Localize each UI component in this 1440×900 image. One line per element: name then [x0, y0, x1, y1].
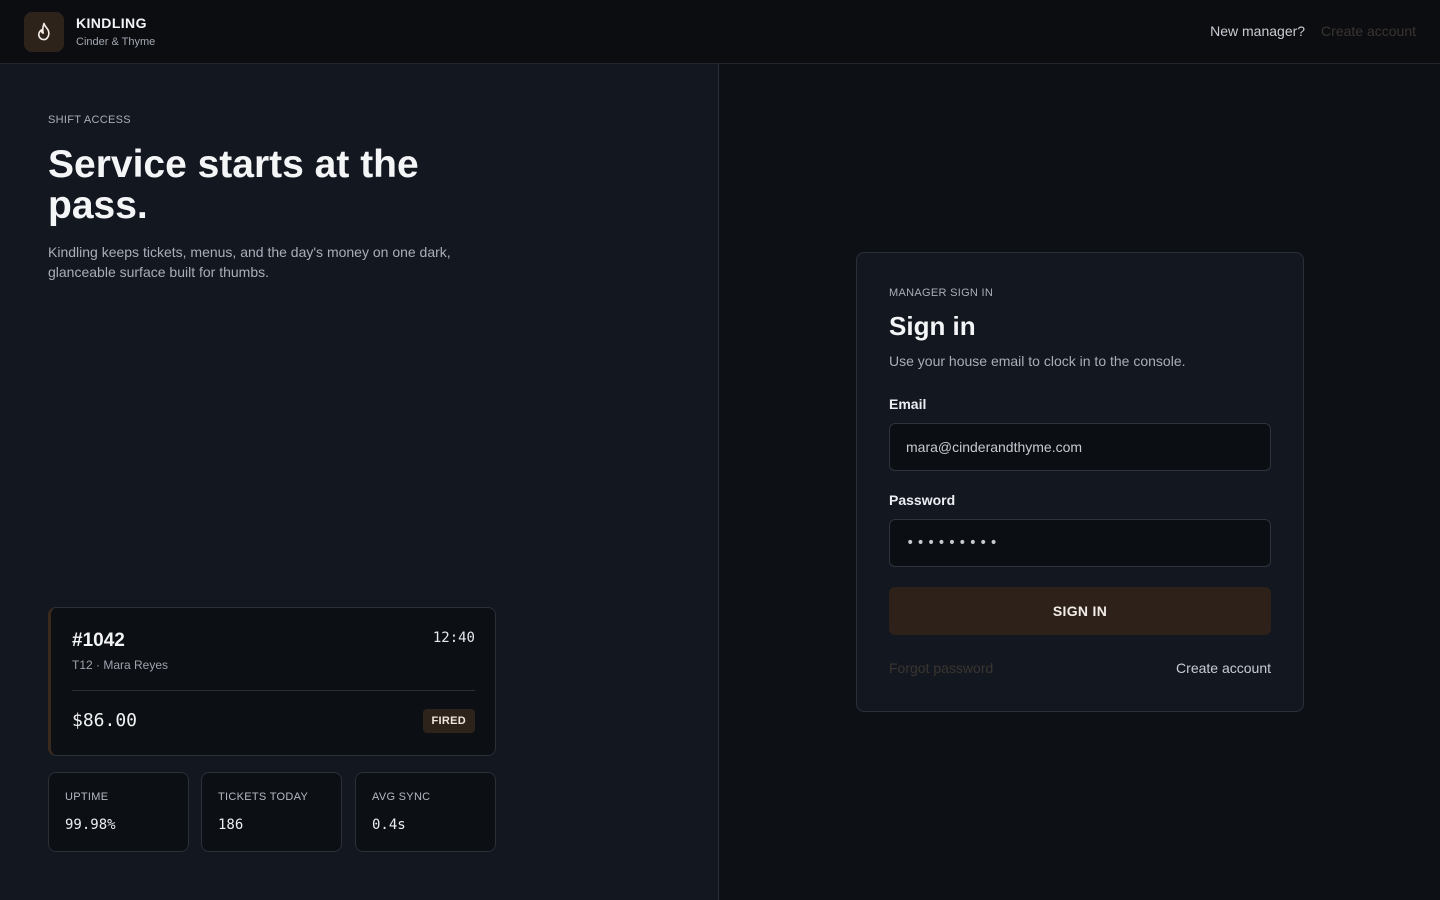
- new-manager-text: New manager?: [1210, 23, 1306, 39]
- hero-eyebrow: SHIFT ACCESS: [48, 114, 131, 126]
- password-label: Password: [889, 492, 956, 508]
- stat-avg-sync: AVG SYNC 0.4s: [355, 772, 496, 852]
- left-panel: SHIFT ACCESS Service starts at the pass.…: [0, 64, 719, 900]
- hero-description: Kindling keeps tickets, menus, and the d…: [48, 244, 451, 280]
- create-account-top-link[interactable]: Create account: [1321, 23, 1416, 39]
- right-panel: MANAGER SIGN IN Sign in Use your house e…: [720, 64, 1440, 900]
- hero-title: Service starts at the pass.: [48, 143, 419, 227]
- ticket-card: #1042 12:40 T12 · Mara Reyes $86.00 FIRE…: [48, 607, 496, 756]
- stat-value: 186: [218, 817, 244, 833]
- stat-uptime: UPTIME 99.98%: [48, 772, 189, 852]
- top-right-nav: New manager? Create account: [1210, 23, 1416, 39]
- ticket-status-badge: FIRED: [422, 709, 475, 733]
- ticket-meta: T12 · Mara Reyes: [72, 658, 169, 672]
- sign-in-button[interactable]: SIGN IN: [889, 587, 1271, 635]
- brand-subtitle: Cinder & Thyme: [76, 36, 156, 48]
- email-field[interactable]: [889, 423, 1271, 471]
- stat-value: 0.4s: [372, 817, 406, 833]
- ticket-id: #1042: [72, 630, 125, 651]
- sign-in-description: Use your house email to clock in to the …: [889, 353, 1186, 369]
- forgot-password-link[interactable]: Forgot password: [889, 660, 993, 676]
- stat-label: AVG SYNC: [372, 791, 431, 803]
- email-label: Email: [889, 396, 927, 412]
- sign-in-eyebrow: MANAGER SIGN IN: [889, 287, 994, 299]
- app-logo[interactable]: [24, 12, 64, 52]
- flame-icon: [37, 22, 50, 41]
- sign-in-card: MANAGER SIGN IN Sign in Use your house e…: [856, 252, 1304, 712]
- create-account-link[interactable]: Create account: [1176, 660, 1271, 676]
- stat-value: 99.98%: [65, 817, 116, 833]
- ticket-amount: $86.00: [72, 710, 138, 731]
- ticket-divider: [72, 690, 475, 691]
- sign-in-title: Sign in: [889, 311, 976, 341]
- brand-name: KINDLING: [76, 15, 147, 31]
- stat-tickets-today: TICKETS TODAY 186: [201, 772, 342, 852]
- top-bar: KINDLING Cinder & Thyme New manager? Cre…: [0, 0, 1440, 64]
- stat-label: UPTIME: [65, 791, 109, 803]
- password-field[interactable]: [889, 519, 1271, 567]
- stat-label: TICKETS TODAY: [218, 791, 309, 803]
- ticket-time: 12:40: [432, 630, 475, 646]
